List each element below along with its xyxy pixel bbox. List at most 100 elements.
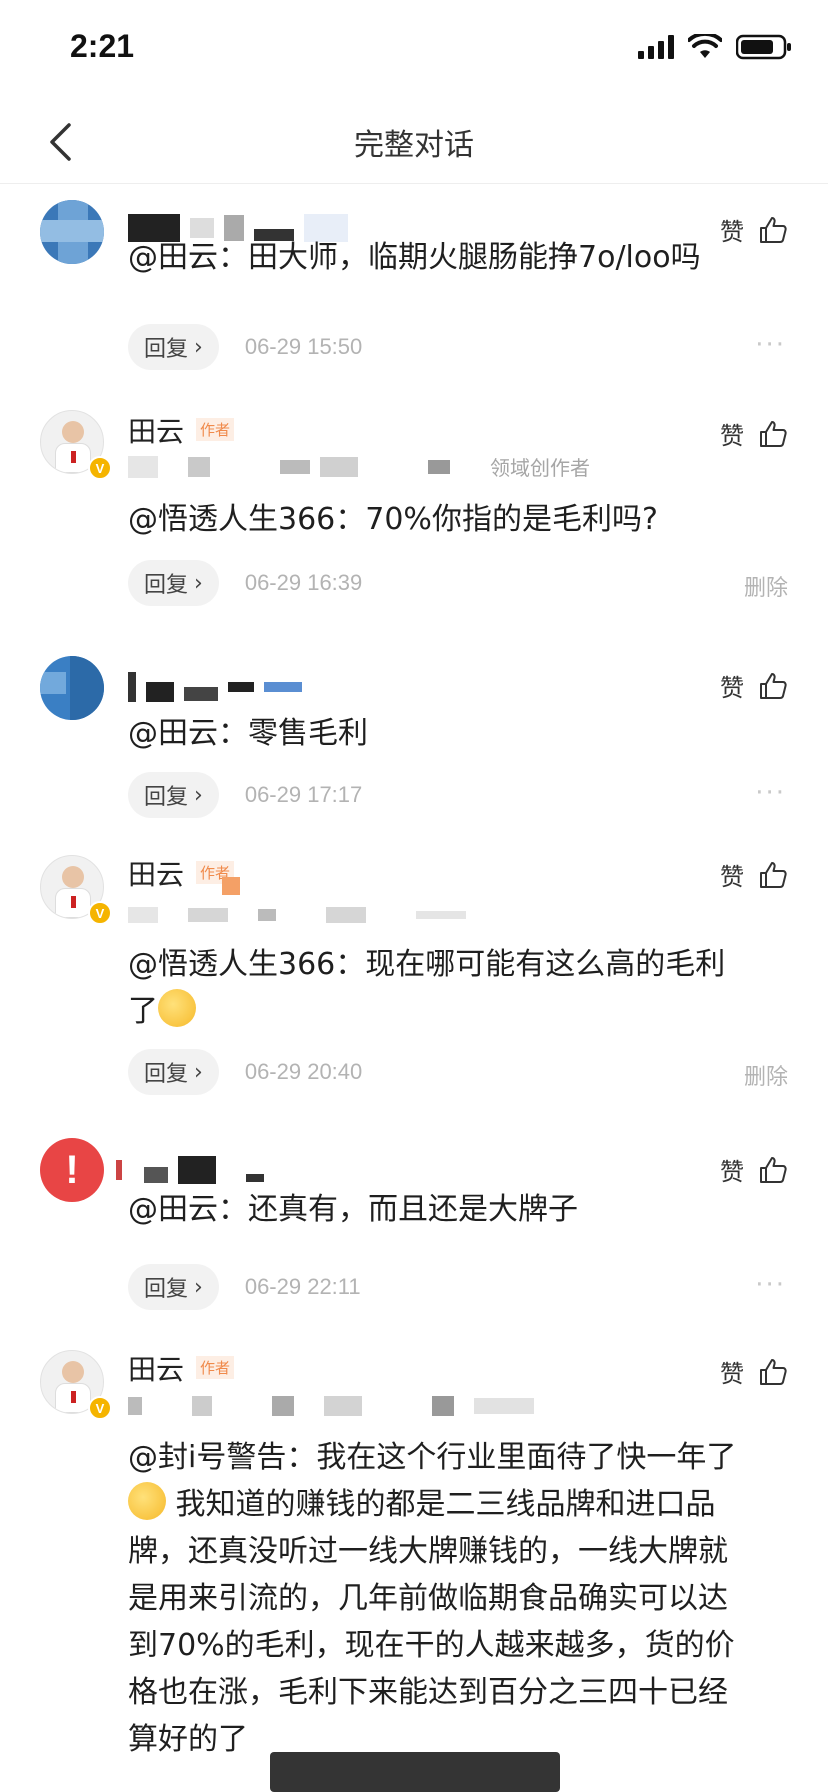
like-label: 赞 — [720, 863, 744, 891]
chevron-right-icon: › — [194, 1059, 203, 1085]
author-tag: 作者 — [196, 1356, 235, 1379]
thumbs-up-icon — [760, 861, 787, 888]
comment-item: V 田云 作者 赞 @悟透人生366：现在哪可能有这么高的毛利 了 回复 › 0… — [0, 845, 828, 1125]
thumbs-up-icon — [760, 1156, 787, 1183]
comment-item: V 田云 作者 赞 @封i号警告：我在这个行业里面待了快一年了 我知道的赚钱的都… — [0, 1340, 828, 1792]
avatar[interactable] — [40, 200, 104, 264]
chevron-right-icon: › — [194, 1274, 203, 1300]
more-options-icon[interactable]: ··· — [755, 1270, 786, 1300]
chevron-right-icon: › — [194, 782, 203, 808]
status-time: 2:21 — [70, 28, 135, 64]
smirk-emoji-icon — [128, 1482, 166, 1520]
comment-text-line: 牌，还真没听过一线大牌赚钱的，一线大牌就 — [128, 1534, 728, 1569]
reply-label: 回复 — [144, 573, 189, 598]
thinking-emoji-icon — [158, 989, 196, 1027]
more-options-icon[interactable]: ··· — [755, 778, 786, 808]
author-tag-blur — [222, 877, 240, 895]
avatar[interactable]: V — [40, 1350, 112, 1420]
username-blurred — [116, 1156, 264, 1184]
status-icons — [638, 34, 792, 60]
reply-button[interactable]: 回复 › — [128, 1049, 219, 1095]
comment-item: 赞 @田云：零售毛利 回复 › 06-29 17:17 ··· — [0, 650, 828, 830]
comment-meta: 回复 › 06-29 16:39 — [128, 560, 362, 606]
comment-text-line: 是用来引流的，几年前做临期食品确实可以达 — [128, 1581, 728, 1616]
comment-timestamp: 06-29 22:11 — [244, 1274, 361, 1299]
like-button[interactable]: 赞 — [720, 416, 788, 451]
comment-item: V 田云 作者 领域创作者 赞 @悟透人生366：70%你指的是毛利吗? 回复 … — [0, 400, 828, 630]
thumbs-up-icon — [760, 1358, 787, 1385]
reply-button[interactable]: 回复 › — [128, 560, 219, 606]
comment-timestamp: 06-29 15:50 — [244, 334, 363, 359]
watermark-overlay — [270, 1752, 560, 1792]
like-button[interactable]: 赞 — [720, 1354, 788, 1389]
comment-text: @悟透人生366：现在哪可能有这么高的毛利 了 — [128, 941, 788, 1035]
delete-button[interactable]: 删除 — [744, 1059, 788, 1091]
comment-text-line: @悟透人生366：现在哪可能有这么高的毛利 — [128, 947, 726, 982]
nav-bar: 完整对话 — [0, 100, 828, 184]
author-tag: 作者 — [196, 418, 235, 441]
comment-text-line: @封i号警告：我在这个行业里面待了快一年了 — [128, 1440, 737, 1475]
avatar[interactable]: ! — [40, 1138, 104, 1202]
author-name: 田云 — [128, 1353, 185, 1386]
comment-text: @田云：还真有，而且还是大牌子 — [128, 1192, 578, 1227]
comment-item: 赞 @田云：田大师，临期火腿肠能挣7o/loo吗 回复 › 06-29 15:5… — [0, 190, 828, 390]
chevron-right-icon: › — [194, 334, 203, 360]
comment-text-line: 格也在涨，毛利下来能达到百分之三四十已经 — [128, 1675, 728, 1710]
author-domain-label: 领域创作者 — [490, 456, 590, 480]
delete-button[interactable]: 删除 — [744, 570, 788, 602]
reply-label: 回复 — [144, 1277, 189, 1302]
avatar[interactable] — [40, 656, 104, 720]
author-subtitle-blurred — [128, 456, 450, 478]
author-name: 田云 — [128, 858, 185, 891]
verified-badge-icon: V — [88, 1396, 112, 1420]
comment-meta: 回复 › 06-29 20:40 — [128, 1049, 362, 1095]
avatar[interactable]: V — [40, 855, 112, 925]
verified-badge-icon: V — [88, 901, 112, 925]
comment-meta: 回复 › 06-29 17:17 — [128, 772, 362, 818]
like-button[interactable]: 赞 — [720, 857, 788, 892]
status-bar: 2:21 — [0, 0, 828, 100]
like-label: 赞 — [720, 1360, 744, 1388]
comment-text: @悟透人生366：70%你指的是毛利吗? — [128, 502, 658, 537]
cellular-signal-icon — [638, 35, 674, 59]
comment-text: @封i号警告：我在这个行业里面待了快一年了 我知道的赚钱的都是二三线品牌和进口品… — [128, 1434, 788, 1763]
comment-text: @田云：田大师，临期火腿肠能挣7o/loo吗 — [128, 240, 701, 275]
author-name: 田云 — [128, 415, 185, 448]
comment-text: @田云：零售毛利 — [128, 716, 368, 751]
reply-label: 回复 — [144, 337, 189, 362]
comment-timestamp: 06-29 16:39 — [244, 570, 363, 595]
thumbs-up-icon — [760, 420, 787, 447]
like-label: 赞 — [720, 422, 744, 450]
comment-text-line-with-emoji: 我知道的赚钱的都是二三线品牌和进口品 — [128, 1481, 788, 1528]
thumbs-up-icon — [760, 672, 787, 699]
like-label: 赞 — [720, 674, 744, 702]
reply-button[interactable]: 回复 › — [128, 1264, 219, 1310]
comment-text-line: 到70%的毛利，现在干的人越来越多，货的价 — [128, 1628, 735, 1663]
reply-label: 回复 — [144, 1062, 189, 1087]
chevron-right-icon: › — [194, 570, 203, 596]
comment-timestamp: 06-29 20:40 — [244, 1059, 363, 1084]
wifi-icon — [688, 34, 722, 58]
comment-meta: 回复 › 06-29 15:50 — [128, 324, 362, 370]
reply-button[interactable]: 回复 › — [128, 772, 219, 818]
comment-item: ! 赞 @田云：还真有，而且还是大牌子 回复 › 06-29 22:11 ··· — [0, 1130, 828, 1330]
like-label: 赞 — [720, 1158, 744, 1186]
battery-icon — [736, 34, 791, 60]
warning-exclamation-icon: ! — [65, 1147, 79, 1192]
avatar[interactable]: V — [40, 410, 112, 480]
like-button[interactable]: 赞 — [720, 668, 788, 703]
verified-badge-icon: V — [88, 456, 112, 480]
reply-label: 回复 — [144, 785, 189, 810]
username-blurred — [128, 672, 302, 702]
comment-meta: 回复 › 06-29 22:11 — [128, 1264, 361, 1310]
page-title: 完整对话 — [354, 128, 474, 163]
like-button[interactable]: 赞 — [720, 1152, 788, 1187]
author-subtitle-blurred — [128, 1396, 534, 1416]
comment-text-fragment: 了 — [128, 994, 158, 1029]
comment-text-fragment: 我知道的赚钱的都是二三线品牌和进口品 — [175, 1487, 716, 1522]
comment-timestamp: 06-29 17:17 — [244, 782, 363, 807]
comment-text-line-with-emoji: 了 — [128, 988, 788, 1035]
more-options-icon[interactable]: ··· — [755, 330, 786, 360]
author-subtitle-blurred — [128, 907, 466, 923]
reply-button[interactable]: 回复 › — [128, 324, 219, 370]
